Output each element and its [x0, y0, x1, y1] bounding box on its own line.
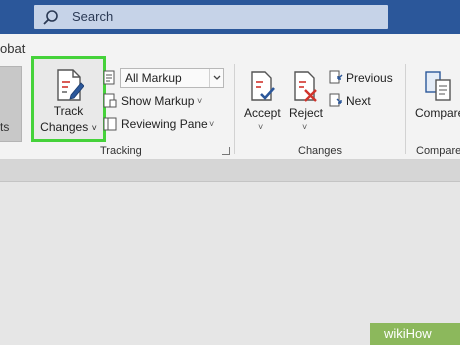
show-markup-chevron-icon[interactable]: ˅ — [197, 96, 202, 106]
next-icon — [329, 93, 342, 107]
show-markup-icon — [103, 93, 117, 108]
markup-icon — [103, 70, 115, 85]
previous-icon — [329, 70, 343, 84]
changes-group-label: Changes — [298, 145, 343, 157]
track-changes-label-line1: Track — [53, 104, 84, 118]
accept-button[interactable]: Accept — [244, 106, 281, 120]
track-changes-label-line2: Changes ˅ — [40, 120, 97, 134]
reviewing-pane-chevron-icon[interactable]: ˅ — [209, 119, 214, 129]
reject-icon — [294, 71, 317, 102]
title-bar: Search — [0, 0, 460, 34]
accept-chevron-icon[interactable]: ˅ — [258, 122, 263, 132]
markup-select[interactable]: All Markup — [120, 68, 224, 88]
reviewing-pane-icon — [103, 117, 117, 131]
accept-icon — [251, 71, 275, 101]
search-icon — [43, 10, 58, 25]
markup-select-value: All Markup — [125, 71, 182, 85]
tab-acrobat-partial[interactable]: obat — [0, 41, 25, 56]
previous-button[interactable]: Previous — [346, 71, 393, 85]
group-separator — [405, 64, 406, 154]
group-separator — [234, 64, 235, 154]
next-button[interactable]: Next — [346, 94, 371, 108]
tracking-group-label: Tracking — [100, 145, 142, 157]
compare-button[interactable]: Compare — [415, 106, 460, 120]
compare-group-label: Compare — [416, 145, 460, 157]
search-box[interactable]: Search — [34, 5, 388, 29]
compare-icon — [425, 71, 451, 101]
reject-button[interactable]: Reject — [289, 106, 323, 120]
search-label: Search — [72, 9, 114, 24]
watermark-text: wikiHow — [384, 326, 432, 341]
chevron-down-icon[interactable] — [209, 69, 223, 87]
ribbon-bottom-strip — [0, 160, 460, 182]
reviewing-pane-button[interactable]: Reviewing Pane — [121, 117, 208, 131]
document-area[interactable] — [0, 183, 460, 345]
tracking-dialog-launcher-icon[interactable] — [222, 147, 230, 155]
left-group-label: ts — [0, 120, 10, 134]
show-markup-button[interactable]: Show Markup — [121, 94, 194, 108]
track-changes-icon — [57, 69, 84, 101]
reject-chevron-icon[interactable]: ˅ — [302, 122, 307, 132]
watermark-logo: wikiHow — [370, 323, 460, 345]
